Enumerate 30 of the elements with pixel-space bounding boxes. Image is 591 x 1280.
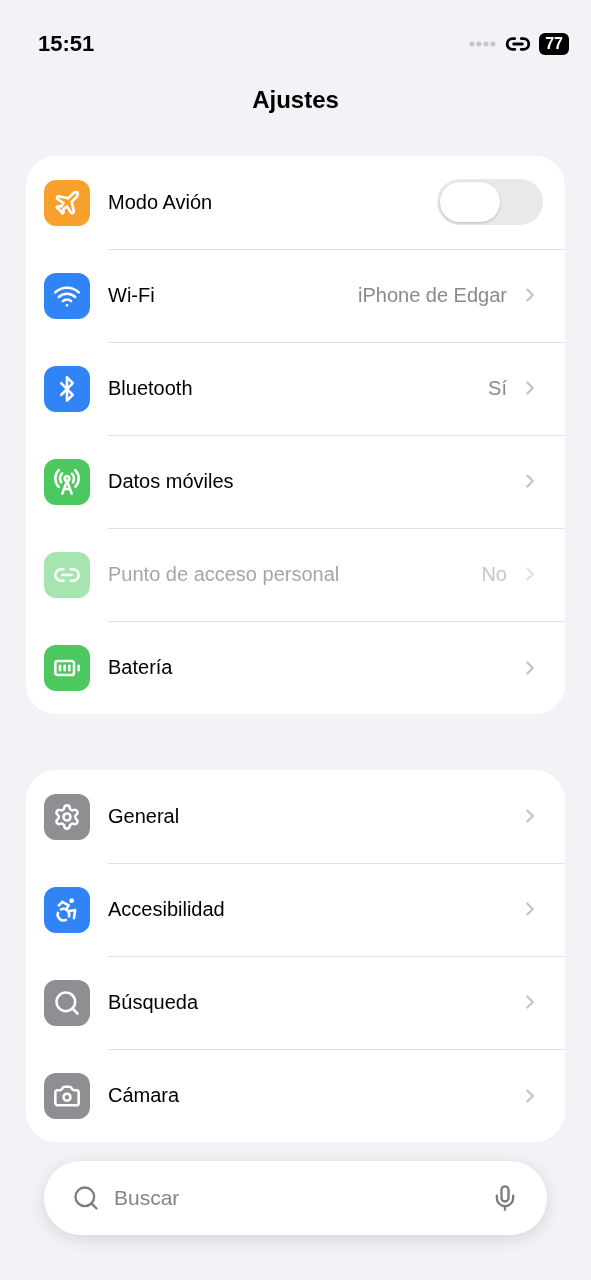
setting-label: Cámara bbox=[108, 1084, 181, 1107]
search-field[interactable]: Buscar bbox=[112, 1185, 479, 1211]
setting-value: iPhone de Edgar bbox=[358, 283, 507, 307]
settings-row[interactable]: Búsqueda bbox=[26, 956, 565, 1049]
search-icon bbox=[72, 1184, 100, 1212]
page-title: Ajustes bbox=[252, 86, 339, 114]
setting-value: No bbox=[481, 562, 507, 586]
setting-label: Búsqueda bbox=[108, 990, 200, 1014]
settings-row[interactable]: Bluetooth Sí bbox=[26, 342, 565, 435]
settings-row[interactable]: Accesibilidad bbox=[26, 863, 565, 956]
setting-label: Datos móviles bbox=[108, 469, 235, 493]
setting-label: Accesibilidad bbox=[108, 897, 226, 921]
setting-label: Bluetooth bbox=[108, 376, 194, 400]
toggle-switch[interactable] bbox=[437, 179, 543, 225]
setting-label: Wi-Fi bbox=[108, 283, 156, 307]
setting-value: Sí bbox=[488, 376, 507, 400]
battery-icon: 77 bbox=[539, 33, 569, 55]
settings-row[interactable]: General bbox=[26, 770, 565, 863]
settings-row[interactable]: Batería bbox=[26, 621, 565, 714]
search-bar[interactable]: Buscar bbox=[44, 1161, 547, 1235]
settings-row[interactable]: Wi-Fi iPhone de Edgar bbox=[26, 249, 565, 342]
setting-label: Punto de acceso personal bbox=[108, 562, 341, 586]
settings-row[interactable]: Datos móviles bbox=[26, 435, 565, 528]
settings-row[interactable]: Modo Avión bbox=[26, 156, 565, 249]
setting-label: General bbox=[108, 804, 181, 828]
clock: 15:51 bbox=[38, 31, 95, 57]
signal-icon bbox=[469, 41, 498, 47]
setting-label: Modo Avión bbox=[108, 190, 214, 214]
settings-row[interactable]: Cámara bbox=[26, 1049, 565, 1142]
setting-label: Batería bbox=[108, 656, 174, 679]
